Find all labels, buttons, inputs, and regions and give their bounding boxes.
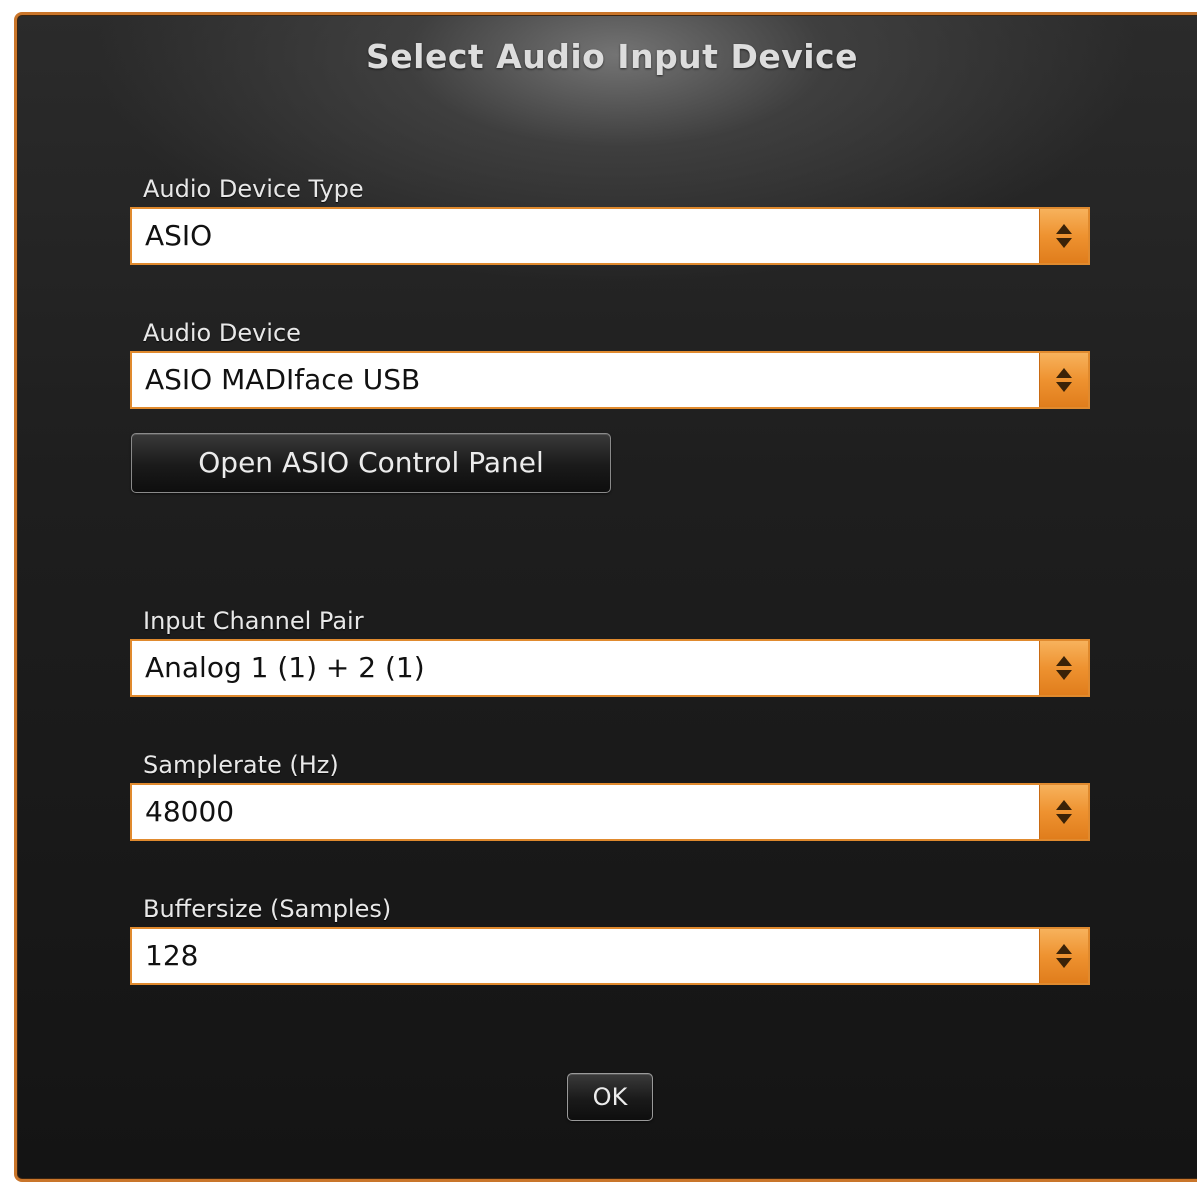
buffersize-select[interactable]: 128 [130, 927, 1090, 985]
up-down-arrows-icon[interactable] [1039, 785, 1088, 839]
samplerate-value: 48000 [145, 795, 235, 828]
buffersize-label: Buffersize (Samples) [143, 895, 392, 923]
buffersize-value: 128 [145, 939, 199, 972]
open-asio-control-panel-button[interactable]: Open ASIO Control Panel [131, 433, 611, 493]
samplerate-label: Samplerate (Hz) [143, 751, 339, 779]
up-down-arrows-icon[interactable] [1039, 353, 1088, 407]
input-channel-pair-label: Input Channel Pair [143, 607, 364, 635]
audio-device-label: Audio Device [143, 319, 301, 347]
audio-device-type-select[interactable]: ASIO [130, 207, 1090, 265]
input-channel-pair-value: Analog 1 (1) + 2 (1) [145, 651, 425, 684]
samplerate-select[interactable]: 48000 [130, 783, 1090, 841]
up-down-arrows-icon[interactable] [1039, 929, 1088, 983]
input-channel-pair-select[interactable]: Analog 1 (1) + 2 (1) [130, 639, 1090, 697]
up-down-arrows-icon[interactable] [1039, 641, 1088, 695]
dialog-title: Select Audio Input Device [366, 37, 858, 76]
audio-device-select[interactable]: ASIO MADIface USB [130, 351, 1090, 409]
up-down-arrows-icon[interactable] [1039, 209, 1088, 263]
audio-device-type-value: ASIO [145, 219, 213, 252]
ok-button[interactable]: OK [567, 1073, 653, 1121]
select-audio-input-dialog: Select Audio Input Device Audio Device T… [14, 12, 1197, 1182]
audio-device-type-label: Audio Device Type [143, 175, 364, 203]
audio-device-value: ASIO MADIface USB [145, 363, 421, 396]
